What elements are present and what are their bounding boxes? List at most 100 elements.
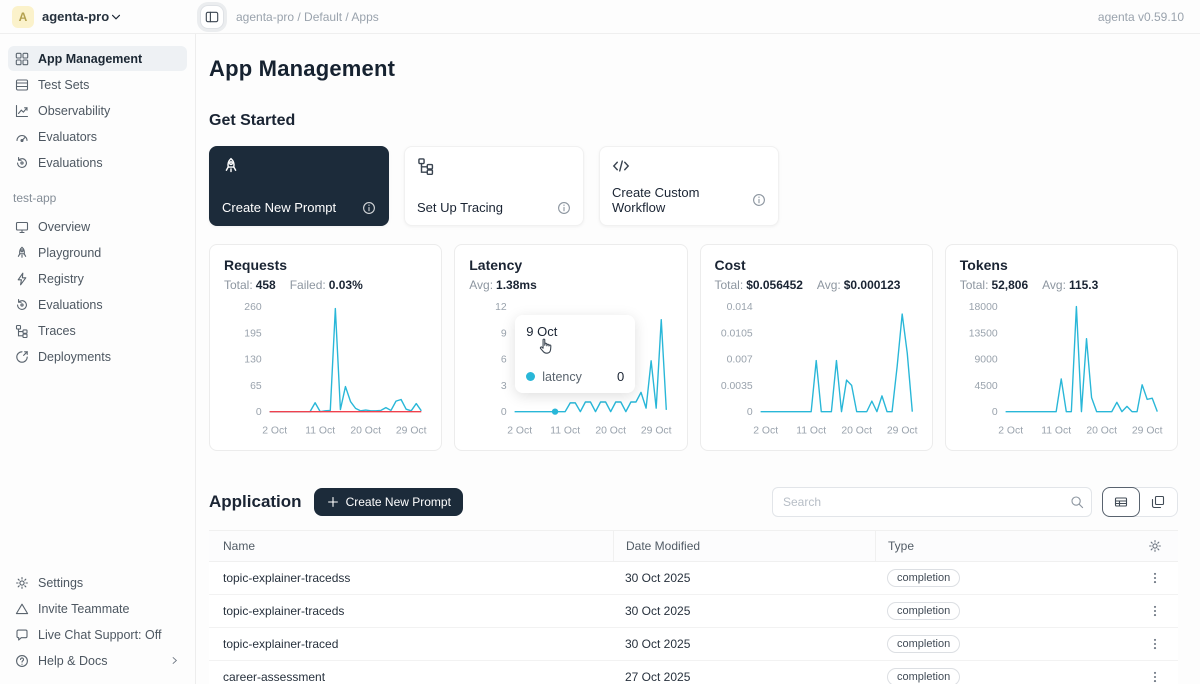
chart-title: Requests [224, 257, 427, 273]
create-new-prompt-button[interactable]: Create New Prompt [314, 488, 463, 516]
card-label: Create Custom Workflow [612, 185, 752, 215]
panel-icon [205, 10, 219, 24]
table-row[interactable]: topic-explainer-traceds30 Oct 2025comple… [209, 595, 1178, 628]
page-title: App Management [209, 56, 1178, 82]
chart-line-icon [15, 104, 29, 118]
sidebar-item-label: Settings [38, 576, 83, 590]
svg-text:13500: 13500 [968, 328, 997, 339]
search-input[interactable] [772, 487, 1092, 517]
date-modified: 30 Oct 2025 [613, 604, 875, 618]
chart-title: Latency [469, 257, 672, 273]
sidebar-item-evaluations[interactable]: Evaluations [8, 150, 187, 175]
info-icon[interactable] [557, 201, 571, 215]
sidebar-item-invite-teammate[interactable]: Invite Teammate [8, 596, 187, 621]
svg-text:0.014: 0.014 [726, 302, 752, 313]
svg-text:29 Oct: 29 Oct [886, 425, 917, 436]
chart-title: Cost [715, 257, 918, 273]
table-row[interactable]: topic-explainer-traced30 Oct 2025complet… [209, 628, 1178, 661]
search-icon [1070, 495, 1084, 509]
svg-text:0.0105: 0.0105 [720, 328, 752, 339]
cost-chart-card: CostTotal:$0.056452Avg:$0.00012300.00350… [700, 244, 933, 451]
get-started-heading: Get Started [209, 112, 1178, 130]
topbar: A agenta-pro agenta-pro / Default / Apps… [0, 0, 1200, 34]
row-menu-icon[interactable] [1148, 571, 1162, 585]
svg-text:20 Oct: 20 Oct [596, 425, 627, 436]
sidebar-item-label: Evaluations [38, 156, 103, 170]
sidebar-item-live-chat-support-off[interactable]: Live Chat Support: Off [8, 622, 187, 647]
svg-text:3: 3 [501, 381, 507, 392]
sidebar-item-observability[interactable]: Observability [8, 98, 187, 123]
cards-view-button[interactable] [1139, 488, 1177, 516]
gear-icon [15, 576, 29, 590]
date-modified: 30 Oct 2025 [613, 571, 875, 585]
sidebar-item-label: Invite Teammate [38, 602, 129, 616]
svg-text:260: 260 [244, 302, 262, 313]
table-view-button[interactable] [1102, 487, 1140, 517]
chevron-down-icon [109, 10, 123, 24]
sidebar-item-registry[interactable]: Registry [8, 266, 187, 291]
hover-point-marker [552, 408, 558, 414]
sidebar-item-overview[interactable]: Overview [8, 214, 187, 239]
date-modified: 30 Oct 2025 [613, 637, 875, 651]
get-started-card-create-new-prompt[interactable]: Create New Prompt [209, 146, 389, 226]
table-row[interactable]: career-assessment27 Oct 2025completion [209, 661, 1178, 684]
svg-text:0.007: 0.007 [726, 355, 752, 366]
row-menu-icon[interactable] [1148, 637, 1162, 651]
sidebar-item-settings[interactable]: Settings [8, 570, 187, 595]
table-row[interactable]: topic-explainer-tracedss30 Oct 2025compl… [209, 562, 1178, 595]
svg-text:0.0035: 0.0035 [720, 381, 752, 392]
sidebar-item-label: Registry [38, 272, 84, 286]
svg-text:9: 9 [501, 328, 507, 339]
info-icon[interactable] [362, 201, 376, 215]
svg-text:20 Oct: 20 Oct [350, 425, 381, 436]
svg-text:2 Oct: 2 Oct [998, 425, 1023, 436]
app-name: topic-explainer-tracedss [209, 571, 613, 585]
sidebar-item-label: Observability [38, 104, 110, 118]
tree-icon [15, 324, 29, 338]
chart-title: Tokens [960, 257, 1163, 273]
svg-text:29 Oct: 29 Oct [641, 425, 672, 436]
info-icon[interactable] [752, 193, 766, 207]
sidebar-item-test-sets[interactable]: Test Sets [8, 72, 187, 97]
row-menu-icon[interactable] [1148, 604, 1162, 618]
svg-text:11 Oct: 11 Oct [550, 425, 580, 436]
get-started-card-create-custom-workflow[interactable]: Create Custom Workflow [599, 146, 779, 226]
sidebar-item-evaluators[interactable]: Evaluators [8, 124, 187, 149]
sidebar-item-help-docs[interactable]: Help & Docs [8, 648, 187, 673]
svg-text:0: 0 [746, 407, 752, 418]
tokens-line-chart[interactable]: 04500900013500180002 Oct11 Oct20 Oct29 O… [960, 294, 1163, 444]
sidebar-item-evaluations[interactable]: Evaluations [8, 292, 187, 317]
gauge-icon [15, 130, 29, 144]
sidebar-toggle-button[interactable] [200, 5, 224, 29]
tooltip-date: 9 Oct [526, 324, 624, 339]
sidebar-item-label: App Management [38, 52, 142, 66]
svg-text:20 Oct: 20 Oct [841, 425, 872, 436]
series-tokens [1005, 307, 1157, 412]
bolt-icon [15, 272, 29, 286]
svg-text:29 Oct: 29 Oct [396, 425, 427, 436]
sidebar-item-playground[interactable]: Playground [8, 240, 187, 265]
workspace-switcher[interactable]: A agenta-pro [12, 6, 184, 28]
app-name: topic-explainer-traced [209, 637, 613, 651]
chart-stat: Avg:115.3 [1042, 278, 1098, 292]
svg-text:0: 0 [992, 407, 998, 418]
sidebar-item-label: Evaluators [38, 130, 97, 144]
column-settings-icon[interactable] [1148, 539, 1162, 553]
chat-icon [15, 628, 29, 642]
sidebar-item-deployments[interactable]: Deployments [8, 344, 187, 369]
svg-text:195: 195 [244, 328, 262, 339]
requests-line-chart[interactable]: 0651301952602 Oct11 Oct20 Oct29 Oct [224, 294, 427, 444]
row-menu-icon[interactable] [1148, 670, 1162, 684]
sidebar-item-traces[interactable]: Traces [8, 318, 187, 343]
svg-text:0: 0 [501, 407, 507, 418]
svg-text:6: 6 [501, 355, 507, 366]
breadcrumb: agenta-pro / Default / Apps [236, 10, 379, 24]
cost-line-chart[interactable]: 00.00350.0070.01050.0142 Oct11 Oct20 Oct… [715, 294, 918, 444]
svg-text:2 Oct: 2 Oct [262, 425, 287, 436]
sidebar-item-app-management[interactable]: App Management [8, 46, 187, 71]
svg-text:65: 65 [250, 381, 262, 392]
apps-table: NameDate ModifiedType topic-explainer-tr… [209, 530, 1178, 684]
app-version: agenta v0.59.10 [1098, 10, 1184, 24]
get-started-card-set-up-tracing[interactable]: Set Up Tracing [404, 146, 584, 226]
grid-icon [15, 52, 29, 66]
